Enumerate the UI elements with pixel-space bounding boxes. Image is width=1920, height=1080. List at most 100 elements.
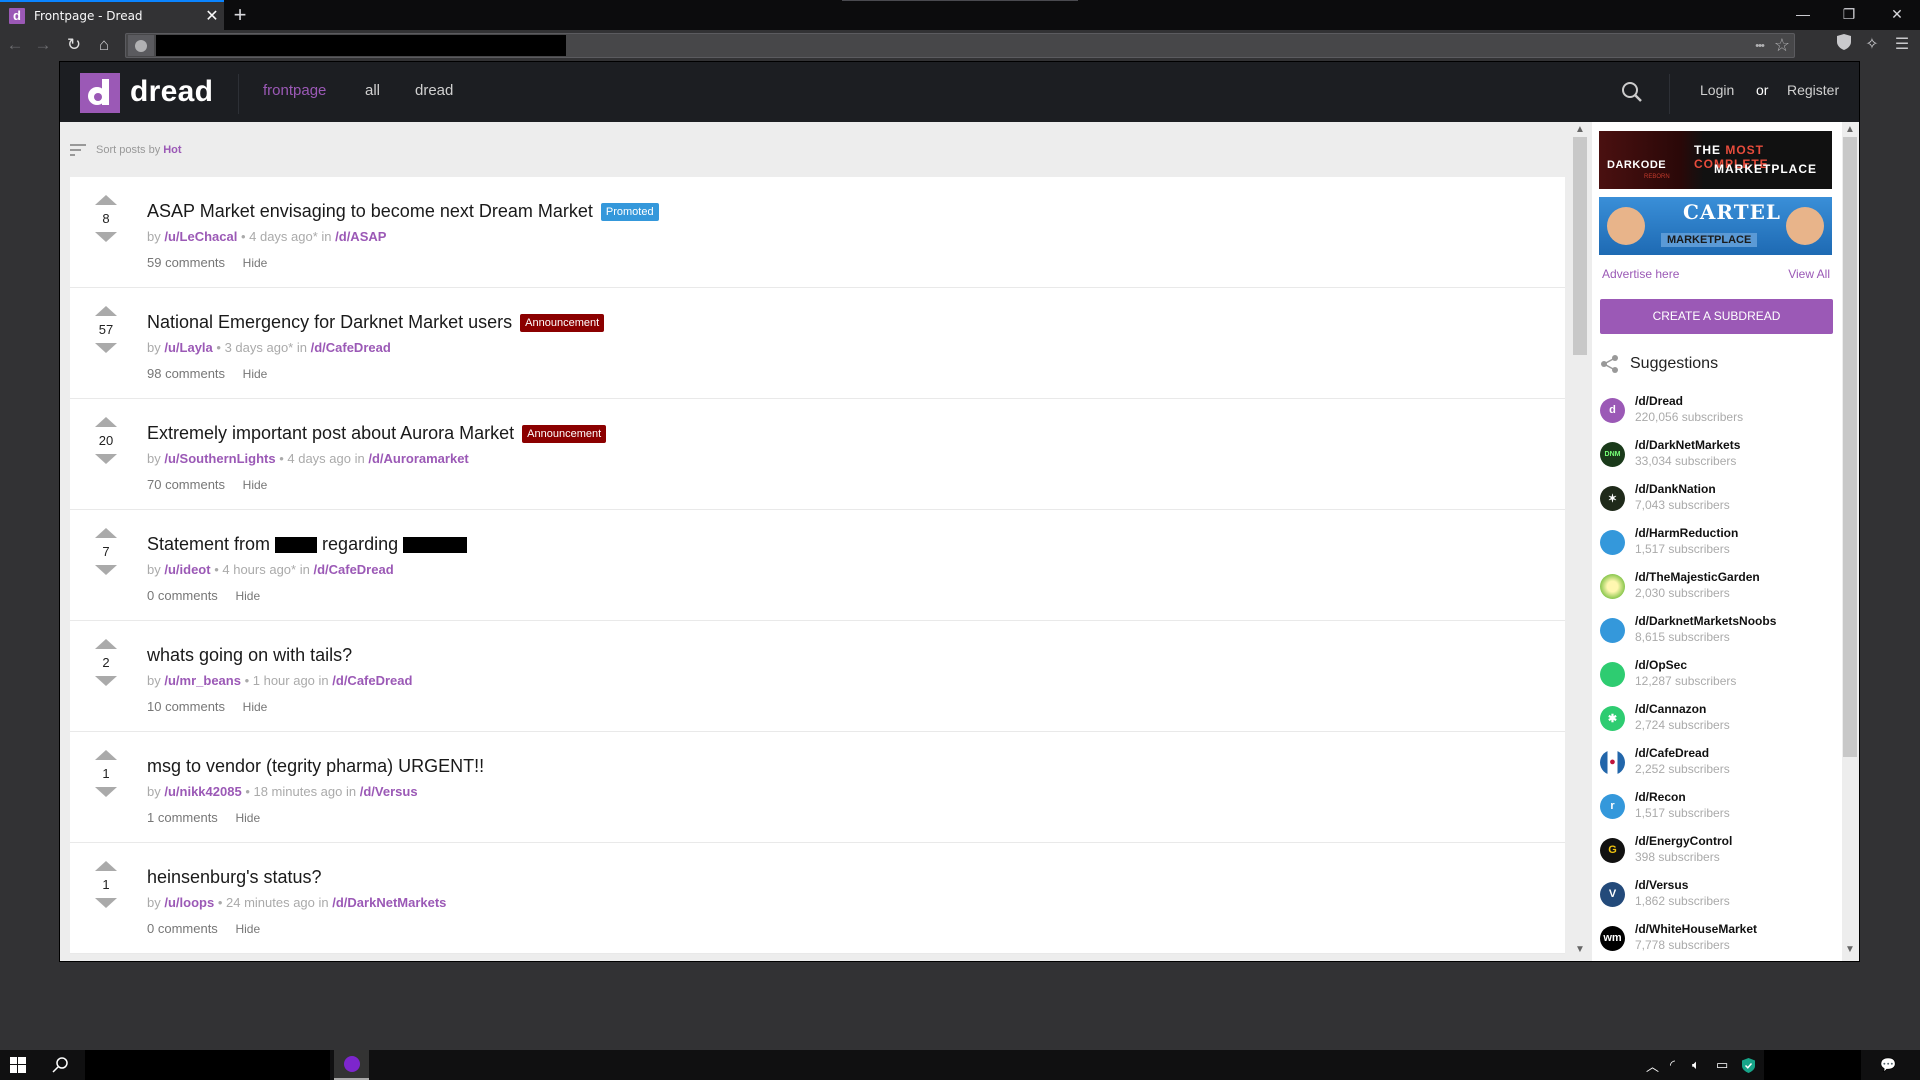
post-author-link[interactable]: /u/nikk42085: [164, 784, 241, 799]
post-subdread-link[interactable]: /d/CafeDread: [332, 673, 412, 688]
scrollbar-thumb[interactable]: [1843, 137, 1857, 757]
suggestion-item[interactable]: /d/HarmReduction 1,517 subscribers: [1600, 520, 1835, 564]
suggestion-name[interactable]: /d/DarkNetMarkets: [1635, 438, 1740, 453]
comments-link[interactable]: 10 comments: [147, 699, 225, 714]
cleaner-icon[interactable]: ✧: [1860, 33, 1884, 57]
post-title[interactable]: National Emergency for Darknet Market us…: [147, 312, 605, 333]
post-author-link[interactable]: /u/SouthernLights: [164, 451, 275, 466]
post-title[interactable]: Statement from regarding: [147, 534, 472, 555]
post-title-text[interactable]: Statement from: [147, 534, 270, 555]
suggestion-name[interactable]: /d/Versus: [1635, 878, 1730, 893]
reload-icon[interactable]: ↻: [62, 34, 86, 56]
register-link[interactable]: Register: [1787, 82, 1839, 98]
suggestion-name[interactable]: /d/Cannazon: [1635, 702, 1730, 717]
upvote-icon[interactable]: [95, 750, 117, 760]
suggestion-item[interactable]: ✶ /d/DankNation 7,043 subscribers: [1600, 476, 1835, 520]
url-bar[interactable]: ••• ☆: [125, 33, 1795, 58]
suggestion-name[interactable]: /d/OpSec: [1635, 658, 1736, 673]
hide-link[interactable]: Hide: [235, 811, 260, 825]
downvote-icon[interactable]: [95, 676, 117, 686]
post-title-text[interactable]: National Emergency for Darknet Market us…: [147, 312, 512, 333]
comments-link[interactable]: 0 comments: [147, 588, 218, 603]
tray-chevron-icon[interactable]: ︿: [1646, 1050, 1659, 1080]
wifi-icon[interactable]: ◜: [1670, 1050, 1675, 1080]
suggestion-item[interactable]: /d/DarknetMarketsNoobs 8,615 subscribers: [1600, 608, 1835, 652]
post-subdread-link[interactable]: /d/CafeDread: [311, 340, 391, 355]
nav-frontpage[interactable]: frontpage: [263, 82, 326, 99]
window-close-button[interactable]: ✕: [1874, 0, 1920, 30]
windows-start-icon[interactable]: [0, 1050, 36, 1080]
minimize-button[interactable]: —: [1780, 0, 1826, 30]
suggestion-item[interactable]: /d/OpSec 12,287 subscribers: [1600, 652, 1835, 696]
sidebar-scrollbar[interactable]: ▲ ▼: [1842, 122, 1858, 961]
downvote-icon[interactable]: [95, 343, 117, 353]
dread-logo-icon[interactable]: [80, 73, 120, 113]
suggestion-name[interactable]: /d/WhiteHouseMarket: [1635, 922, 1757, 937]
nav-all[interactable]: all: [365, 82, 380, 99]
suggestion-item[interactable]: r/d/Recon 1,517 subscribers: [1600, 784, 1835, 828]
post-author-link[interactable]: /u/Layla: [164, 340, 212, 355]
ad-banner-darkode[interactable]: DARKODE REBORN THE MOST COMPLETE MARKETP…: [1599, 131, 1832, 189]
upvote-icon[interactable]: [95, 306, 117, 316]
hide-link[interactable]: Hide: [235, 922, 260, 936]
suggestion-item[interactable]: V/d/Versus 1,862 subscribers: [1600, 872, 1835, 916]
browser-tab-active[interactable]: d Frontpage - Dread ✕: [0, 0, 224, 30]
upvote-icon[interactable]: [95, 639, 117, 649]
post-subdread-link[interactable]: /d/Versus: [360, 784, 418, 799]
site-logo-text[interactable]: dread: [130, 75, 213, 109]
suggestion-name[interactable]: /d/Dread: [1635, 394, 1743, 409]
post-title[interactable]: heinsenburg's status?: [147, 867, 322, 888]
suggestion-name[interactable]: /d/DarknetMarketsNoobs: [1635, 614, 1776, 629]
sort-value[interactable]: Hot: [163, 144, 181, 156]
upvote-icon[interactable]: [95, 861, 117, 871]
upvote-icon[interactable]: [95, 528, 117, 538]
volume-icon[interactable]: 🔈︎: [1692, 1050, 1700, 1080]
post-title-text[interactable]: heinsenburg's status?: [147, 867, 322, 888]
login-link[interactable]: Login: [1700, 82, 1734, 98]
main-scrollbar[interactable]: ▲ ▼: [1572, 122, 1588, 961]
post-author-link[interactable]: /u/loops: [164, 895, 214, 910]
comments-link[interactable]: 98 comments: [147, 366, 225, 381]
battery-icon[interactable]: ▭: [1716, 1050, 1728, 1080]
hide-link[interactable]: Hide: [243, 367, 268, 381]
comments-link[interactable]: 0 comments: [147, 921, 218, 936]
hide-link[interactable]: Hide: [243, 700, 268, 714]
suggestion-item[interactable]: G/d/EnergyControl 398 subscribers: [1600, 828, 1835, 872]
tab-close-icon[interactable]: ✕: [200, 6, 224, 26]
post-subdread-link[interactable]: /d/Auroramarket: [368, 451, 468, 466]
ad-banner-cartel[interactable]: CARTEL MARKETPLACE: [1599, 197, 1832, 255]
downvote-icon[interactable]: [95, 454, 117, 464]
restore-button[interactable]: ❐: [1826, 0, 1872, 30]
page-actions-icon[interactable]: •••: [1755, 40, 1765, 52]
suggestion-item[interactable]: d/d/Dread 220,056 subscribers: [1600, 388, 1835, 432]
downvote-icon[interactable]: [95, 898, 117, 908]
post-title-text[interactable]: msg to vendor (tegrity pharma) URGENT!!: [147, 756, 484, 777]
scroll-up-icon[interactable]: ▲: [1572, 124, 1588, 135]
url-redacted[interactable]: [156, 35, 566, 56]
suggestion-name[interactable]: /d/CafeDread: [1635, 746, 1730, 761]
hide-link[interactable]: Hide: [243, 478, 268, 492]
upvote-icon[interactable]: [95, 195, 117, 205]
new-tab-button[interactable]: +: [230, 3, 250, 27]
suggestion-item[interactable]: /d/TheMajesticGarden 2,030 subscribers: [1600, 564, 1835, 608]
create-subdread-button[interactable]: CREATE A SUBDREAD: [1600, 299, 1833, 334]
suggestion-name[interactable]: /d/TheMajesticGarden: [1635, 570, 1760, 585]
post-title[interactable]: msg to vendor (tegrity pharma) URGENT!!: [147, 756, 484, 777]
sort-bar[interactable]: Sort posts by Hot: [70, 144, 182, 156]
comments-link[interactable]: 70 comments: [147, 477, 225, 492]
tor-browser-taskbar-icon[interactable]: [334, 1050, 369, 1080]
suggestion-name[interactable]: /d/HarmReduction: [1635, 526, 1738, 541]
downvote-icon[interactable]: [95, 565, 117, 575]
notification-icon[interactable]: 💬: [1880, 1050, 1896, 1080]
post-author-link[interactable]: /u/LeChacal: [164, 229, 237, 244]
suggestion-item[interactable]: wm/d/WhiteHouseMarket 7,778 subscribers: [1600, 916, 1835, 960]
comments-link[interactable]: 59 comments: [147, 255, 225, 270]
downvote-icon[interactable]: [95, 232, 117, 242]
post-title-text[interactable]: Extremely important post about Aurora Ma…: [147, 423, 514, 444]
scroll-down-icon[interactable]: ▼: [1572, 944, 1588, 955]
tor-circuit-icon[interactable]: ⌂: [92, 34, 116, 56]
post-title[interactable]: ASAP Market envisaging to become next Dr…: [147, 201, 659, 222]
suggestion-name[interactable]: /d/EnergyControl: [1635, 834, 1732, 849]
suggestion-name[interactable]: /d/DankNation: [1635, 482, 1730, 497]
post-title[interactable]: Extremely important post about Aurora Ma…: [147, 423, 607, 444]
